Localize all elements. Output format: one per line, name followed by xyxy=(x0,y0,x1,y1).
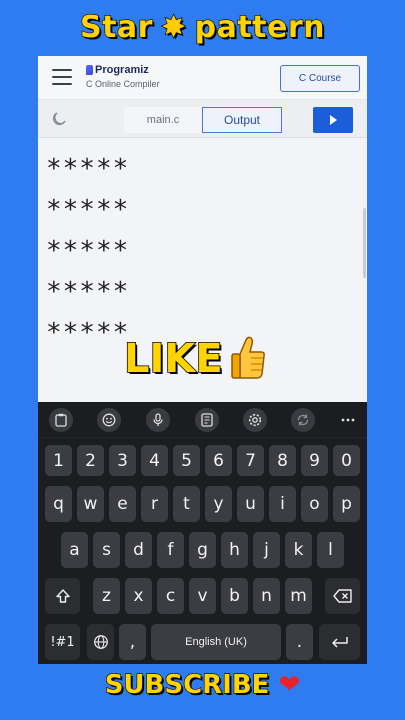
backspace-icon xyxy=(332,589,352,603)
key-comma[interactable]: , xyxy=(119,624,146,660)
key-h[interactable]: h xyxy=(221,532,248,568)
refresh-icon[interactable] xyxy=(291,408,315,432)
key-w[interactable]: w xyxy=(77,486,104,522)
key-b[interactable]: b xyxy=(221,578,248,614)
key-l[interactable]: l xyxy=(317,532,344,568)
overlay-title: Star ✸ pattern xyxy=(0,9,405,45)
key-period[interactable]: . xyxy=(286,624,313,660)
key-7[interactable]: 7 xyxy=(237,445,264,476)
key-t[interactable]: t xyxy=(173,486,200,522)
programiz-logo: Programiz xyxy=(86,64,160,76)
output-line: ***** xyxy=(46,277,130,307)
thumbs-up-icon xyxy=(231,336,265,379)
backspace-key[interactable] xyxy=(325,578,360,614)
output-line: ***** xyxy=(46,318,130,348)
key-x[interactable]: x xyxy=(125,578,152,614)
brand[interactable]: Programiz C Online Compiler xyxy=(86,64,160,89)
key-5[interactable]: 5 xyxy=(173,445,200,476)
clipboard-icon[interactable] xyxy=(49,408,73,432)
run-button[interactable] xyxy=(313,107,353,133)
key-4[interactable]: 4 xyxy=(141,445,168,476)
key-3[interactable]: 3 xyxy=(109,445,136,476)
key-9[interactable]: 9 xyxy=(301,445,328,476)
key-j[interactable]: j xyxy=(253,532,280,568)
enter-key[interactable] xyxy=(319,624,360,660)
key-d[interactable]: d xyxy=(125,532,152,568)
key-v[interactable]: v xyxy=(189,578,216,614)
star-glow-icon: ✸ xyxy=(160,9,187,45)
key-q[interactable]: q xyxy=(45,486,72,522)
key-y[interactable]: y xyxy=(205,486,232,522)
symbols-key[interactable]: !#1 xyxy=(45,624,80,660)
key-z[interactable]: z xyxy=(93,578,120,614)
overlay-title-right: pattern xyxy=(194,9,326,45)
c-course-button[interactable]: C Course xyxy=(280,65,360,92)
mic-icon[interactable] xyxy=(146,408,170,432)
key-e[interactable]: e xyxy=(109,486,136,522)
settings-icon[interactable] xyxy=(243,408,267,432)
key-k[interactable]: k xyxy=(285,532,312,568)
enter-icon xyxy=(331,637,348,648)
keyboard-toolbar xyxy=(38,402,367,438)
key-m[interactable]: m xyxy=(285,578,312,614)
key-1[interactable]: 1 xyxy=(45,445,72,476)
key-s[interactable]: s xyxy=(93,532,120,568)
output-line: ***** xyxy=(46,154,130,184)
heart-icon: ❤ xyxy=(278,670,301,700)
output-scrollbar[interactable] xyxy=(363,208,366,278)
globe-key[interactable] xyxy=(87,624,114,660)
translate-icon[interactable] xyxy=(195,408,219,432)
moon-icon[interactable] xyxy=(50,110,68,128)
emoji-icon[interactable] xyxy=(97,408,121,432)
output-line: ***** xyxy=(46,236,130,266)
tab-output[interactable]: Output xyxy=(202,107,282,133)
key-6[interactable]: 6 xyxy=(205,445,232,476)
key-a[interactable]: a xyxy=(61,532,88,568)
key-u[interactable]: u xyxy=(237,486,264,522)
key-o[interactable]: o xyxy=(301,486,328,522)
editor-tabbar: main.c Output xyxy=(38,100,367,138)
menu-icon[interactable] xyxy=(52,69,72,85)
key-2[interactable]: 2 xyxy=(77,445,104,476)
more-icon[interactable] xyxy=(336,408,360,432)
subscribe-text: SUBSCRIBE xyxy=(104,669,270,700)
like-overlay: LIKE xyxy=(123,335,223,383)
phone-screen: Programiz C Online Compiler C Course mai… xyxy=(38,56,367,664)
key-0[interactable]: 0 xyxy=(333,445,360,476)
play-icon xyxy=(329,115,337,125)
key-r[interactable]: r xyxy=(141,486,168,522)
shift-key[interactable] xyxy=(45,578,80,614)
key-f[interactable]: f xyxy=(157,532,184,568)
key-g[interactable]: g xyxy=(189,532,216,568)
onscreen-keyboard: 1 2 3 4 5 6 7 8 9 0 q w e r t y u i o p … xyxy=(38,402,367,664)
globe-icon xyxy=(93,635,108,649)
key-8[interactable]: 8 xyxy=(269,445,296,476)
overlay-title-left: Star xyxy=(79,9,153,45)
key-n[interactable]: n xyxy=(253,578,280,614)
subscribe-overlay: SUBSCRIBE ❤ xyxy=(0,669,405,700)
compiler-subtitle: C Online Compiler xyxy=(86,79,160,89)
shift-icon xyxy=(55,589,70,603)
output-line: ***** xyxy=(46,195,130,225)
key-p[interactable]: p xyxy=(333,486,360,522)
tab-main-c[interactable]: main.c xyxy=(124,107,202,133)
app-header: Programiz C Online Compiler C Course xyxy=(38,56,367,100)
key-c[interactable]: c xyxy=(157,578,184,614)
key-i[interactable]: i xyxy=(269,486,296,522)
space-key[interactable]: English (UK) xyxy=(151,624,281,660)
